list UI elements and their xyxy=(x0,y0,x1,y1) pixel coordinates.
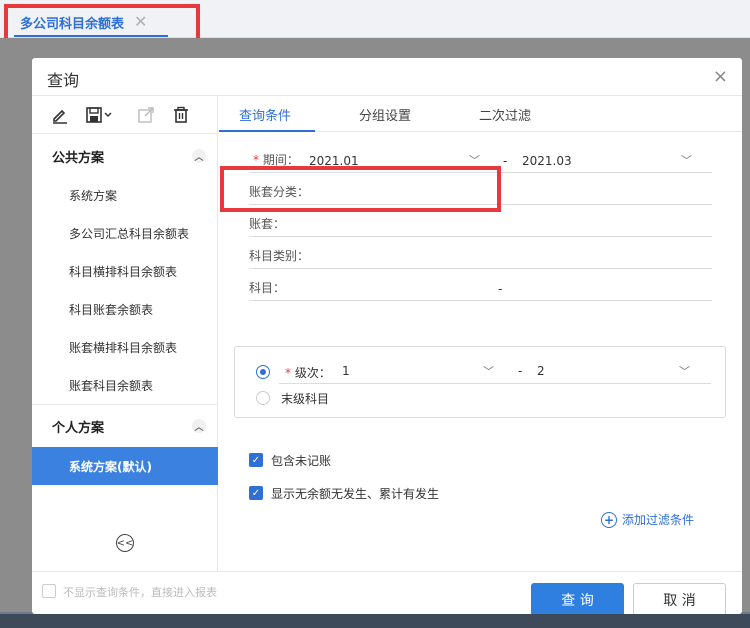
plan-item[interactable]: 科目账套余额表 xyxy=(32,290,218,328)
level-box: * 级次： 1 ﹀ - 2 ﹀ 末级科目 xyxy=(234,346,726,418)
show-zero-label: 显示无余额无发生、累计有发生 xyxy=(271,487,440,501)
chevron-up-icon[interactable]: ︿ xyxy=(192,149,206,163)
plan-sidebar: 公共方案 ︿ 系统方案 多公司汇总科目余额表 科目横排科目余额表 科目账套余额表… xyxy=(32,96,218,571)
section-title: 公共方案 xyxy=(52,150,105,166)
add-filter-button[interactable]: + 添加过滤条件 xyxy=(601,511,694,528)
chevron-up-icon[interactable]: ︿ xyxy=(192,419,206,433)
account-field[interactable]: 科目： - xyxy=(249,269,712,301)
delete-icon[interactable] xyxy=(170,104,192,126)
level-radio[interactable] xyxy=(256,365,270,379)
account-separator: - xyxy=(498,282,503,296)
query-dialog: 查询 × 公共方案 ︿ 系统方案 多公司汇总科目余额表 科目横排科目余额表 科目… xyxy=(32,58,742,614)
tab-secondary-filter[interactable]: 二次过滤 xyxy=(479,105,531,124)
tab-query-conditions[interactable]: 查询条件 xyxy=(239,105,291,124)
plan-item-selected[interactable]: 系统方案(默认) xyxy=(32,447,218,485)
chevron-down-icon[interactable]: ﹀ xyxy=(681,152,692,168)
share-icon[interactable] xyxy=(135,104,157,126)
skip-conditions-checkbox[interactable] xyxy=(42,584,56,598)
divider xyxy=(32,404,218,405)
dialog-title: 查询 xyxy=(47,71,80,90)
personal-plans-header[interactable]: 个人方案 ︿ xyxy=(32,409,218,443)
show-zero-checkbox[interactable]: ✓ xyxy=(249,486,263,500)
collapse-icon[interactable]: << xyxy=(116,534,134,552)
plan-item[interactable]: 多公司汇总科目余额表 xyxy=(32,214,218,252)
cancel-button[interactable]: 取 消 xyxy=(633,583,726,614)
period-to-value[interactable]: 2021.03 xyxy=(522,154,572,168)
account-type-field[interactable]: 科目类别： xyxy=(249,237,712,269)
active-tab-underline xyxy=(219,130,315,132)
query-tabs: 查询条件 分组设置 二次过滤 xyxy=(219,96,742,132)
level-from-value[interactable]: 1 xyxy=(342,364,350,378)
add-filter-label: 添加过滤条件 xyxy=(622,513,695,527)
level-to-value[interactable]: 2 xyxy=(537,364,545,378)
plan-item[interactable]: 账套横排科目余额表 xyxy=(32,328,218,366)
account-type-label: 科目类别： xyxy=(249,249,310,263)
level-label: * 级次： xyxy=(285,366,331,380)
include-unposted-checkbox[interactable]: ✓ xyxy=(249,453,263,467)
plan-item[interactable]: 系统方案 xyxy=(32,176,218,214)
account-label: 科目： xyxy=(249,281,286,295)
book-label: 账套： xyxy=(249,217,286,231)
include-unposted-label: 包含未记账 xyxy=(271,454,332,468)
dialog-header: 查询 × xyxy=(32,58,742,96)
leaf-label: 末级科目 xyxy=(281,392,330,406)
skip-conditions-label: 不显示查询条件，直接进入报表 xyxy=(63,586,217,599)
dialog-footer: 不显示查询条件，直接进入报表 查 询 取 消 xyxy=(32,571,742,614)
chevron-down-icon[interactable]: ﹀ xyxy=(483,363,494,379)
leaf-radio[interactable] xyxy=(256,391,270,405)
chevron-down-icon[interactable]: ﹀ xyxy=(679,363,690,379)
edit-icon[interactable] xyxy=(49,104,71,126)
period-separator: - xyxy=(503,154,508,168)
tab-group-settings[interactable]: 分组设置 xyxy=(359,105,411,124)
close-icon[interactable]: × xyxy=(713,66,728,87)
plan-item[interactable]: 账套科目余额表 xyxy=(32,366,218,404)
level-separator: - xyxy=(518,364,523,378)
public-plans-header[interactable]: 公共方案 ︿ xyxy=(32,139,218,173)
plan-toolbar xyxy=(32,96,218,134)
section-title: 个人方案 xyxy=(52,420,105,436)
level-underline xyxy=(279,383,711,384)
query-button[interactable]: 查 询 xyxy=(531,583,624,614)
highlight-box xyxy=(220,166,501,212)
save-icon[interactable] xyxy=(84,104,116,126)
plan-item[interactable]: 科目横排科目余额表 xyxy=(32,252,218,290)
taskbar xyxy=(0,614,750,628)
plus-circle-icon: + xyxy=(601,511,617,528)
